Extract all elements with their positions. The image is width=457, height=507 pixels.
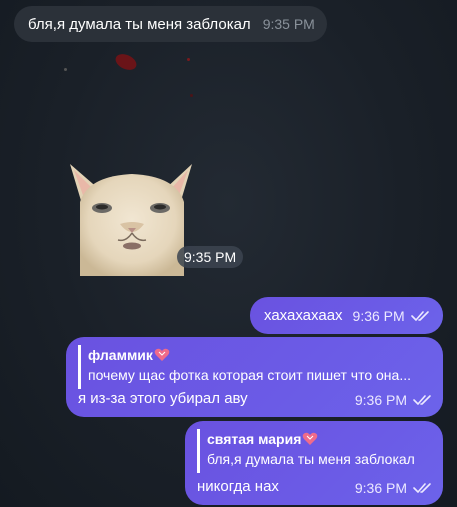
message-meta: 9:36 PM (355, 480, 433, 496)
message-time: 9:36 PM (354, 392, 407, 408)
reply-author: фламмик (88, 345, 431, 365)
outgoing-reply-message-bubble[interactable]: святая мария бля,я думала ты меня заблок… (185, 421, 443, 505)
message-time: 9:36 PM (354, 480, 407, 496)
message-text: бля,я думала ты меня заблокал (28, 15, 251, 33)
decorative-speck (113, 51, 139, 73)
reply-quote[interactable]: фламмик почему щас фотка которая стоит п… (78, 345, 431, 389)
outgoing-message-bubble[interactable]: хахахахаах 9:36 PM (250, 297, 443, 334)
message-text: я из-за этого убирал аву (78, 390, 248, 407)
message-text: хахахахаах (264, 307, 343, 324)
message-meta: 9:36 PM (353, 308, 431, 324)
reply-text: почему щас фотка которая стоит пишет что… (88, 367, 411, 383)
message-meta: 9:36 PM (355, 392, 433, 408)
reply-quote[interactable]: святая мария бля,я думала ты меня заблок… (197, 429, 431, 473)
incoming-message-bubble[interactable]: бля,я думала ты меня заблокал 9:35 PM (14, 6, 327, 42)
sticker-time: 9:35 PM (177, 246, 244, 268)
message-time: 9:36 PM (352, 307, 405, 324)
heart-icon (303, 432, 318, 445)
reply-author-name: фламмик (88, 347, 153, 363)
heart-icon (154, 348, 170, 361)
decorative-speck (190, 94, 193, 97)
reply-text: бля,я думала ты меня заблокал (207, 451, 415, 467)
decorative-speck (64, 68, 67, 71)
reply-author-name: святая мария (207, 431, 302, 447)
decorative-speck (187, 58, 190, 61)
double-check-icon (410, 310, 429, 321)
reply-author: святая мария (207, 429, 431, 449)
message-text: никогда нах (197, 478, 279, 495)
double-check-icon (413, 483, 431, 493)
chat-area[interactable]: бля,я думала ты меня заблокал 9:35 PM 9:… (0, 0, 457, 507)
message-time: 9:35 PM (262, 16, 315, 32)
double-check-icon (413, 395, 431, 405)
outgoing-reply-message-bubble[interactable]: фламмик почему щас фотка которая стоит п… (66, 337, 443, 417)
